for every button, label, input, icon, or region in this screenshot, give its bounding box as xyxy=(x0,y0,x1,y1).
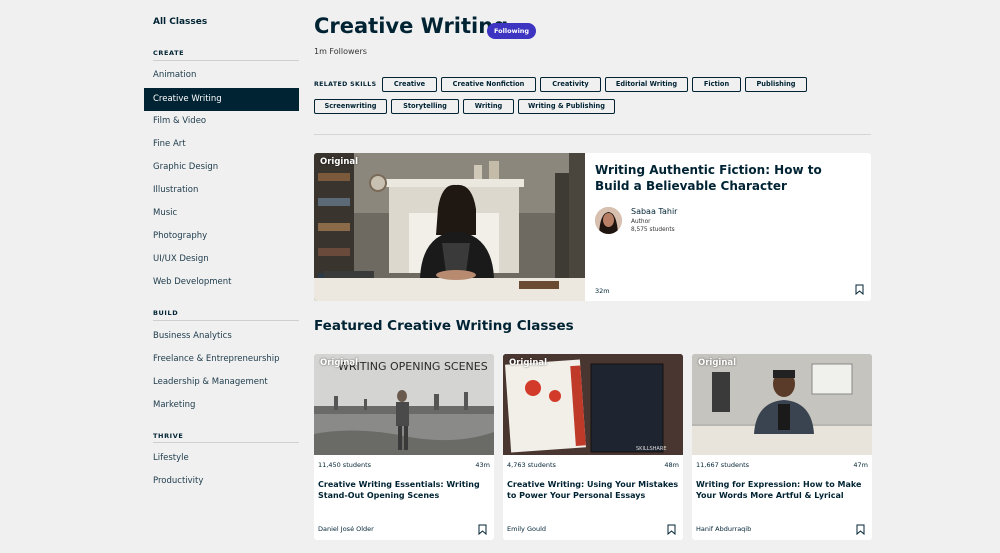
original-tag: Original xyxy=(509,358,548,368)
sidebar-section-thrive: THRIVE xyxy=(153,432,184,440)
original-tag: Original xyxy=(698,358,737,368)
teacher-name[interactable]: Emily Gould xyxy=(507,525,546,533)
thumbnail-watermark-text: SKILLSHARE xyxy=(636,446,667,452)
sidebar-item-marketing[interactable]: Marketing xyxy=(144,394,299,417)
class-title[interactable]: Creative Writing Essentials: Writing Sta… xyxy=(318,479,490,501)
skill-chip-publishing[interactable]: Publishing xyxy=(745,77,807,92)
bookmark-icon[interactable] xyxy=(478,524,487,535)
class-thumbnail[interactable]: SKILLSHARE Original xyxy=(503,354,683,455)
skill-chip-creative[interactable]: Creative xyxy=(382,77,437,92)
sidebar-all-classes-link[interactable]: All Classes xyxy=(153,17,207,27)
skill-chip-editorial-writing[interactable]: Editorial Writing xyxy=(605,77,688,92)
sidebar-item-lifestyle[interactable]: Lifestyle xyxy=(144,447,299,470)
sidebar-item-web-development[interactable]: Web Development xyxy=(144,271,299,294)
teacher-role: Author xyxy=(631,219,651,225)
teacher-name[interactable]: Hanif Abdurraqib xyxy=(696,525,751,533)
student-count: 11,667 students xyxy=(696,461,750,469)
thumbnail-title-text: WRITING OPENING SCENES xyxy=(338,360,488,373)
sidebar-item-business-analytics[interactable]: Business Analytics xyxy=(144,325,299,348)
sidebar-item-graphic-design[interactable]: Graphic Design xyxy=(144,156,299,179)
following-button[interactable]: Following xyxy=(487,23,537,39)
class-title[interactable]: Writing Authentic Fiction: How to Build … xyxy=(595,162,860,194)
sidebar-item-creative-writing[interactable]: Creative Writing xyxy=(144,88,299,111)
class-title[interactable]: Creative Writing: Using Your Mistakes to… xyxy=(507,479,679,501)
class-duration: 47m xyxy=(853,461,868,469)
section-divider xyxy=(314,134,871,135)
skill-chip-storytelling[interactable]: Storytelling xyxy=(391,99,459,114)
thumbnail-image-icon xyxy=(692,354,872,455)
sidebar-divider xyxy=(153,442,299,443)
sidebar-item-ui-ux-design[interactable]: UI/UX Design xyxy=(144,248,299,271)
sidebar-item-animation[interactable]: Animation xyxy=(144,64,299,87)
skill-chip-fiction[interactable]: Fiction xyxy=(692,77,741,92)
skill-chip-screenwriting[interactable]: Screenwriting xyxy=(314,99,387,114)
bookmark-icon[interactable] xyxy=(667,524,676,535)
sidebar-divider xyxy=(153,320,299,321)
skill-chip-creative-nonfiction[interactable]: Creative Nonfiction xyxy=(441,77,536,92)
class-duration: 48m xyxy=(664,461,679,469)
thumbnail-image-icon: SKILLSHARE xyxy=(503,354,683,455)
class-card[interactable]: Original 11,667 students 47m Writing for… xyxy=(692,354,872,540)
featured-section-title: Featured Creative Writing Classes xyxy=(314,318,574,334)
followers-count: 1m Followers xyxy=(314,47,367,56)
bookmark-icon[interactable] xyxy=(856,524,865,535)
sidebar-item-leadership[interactable]: Leadership & Management xyxy=(144,371,299,394)
sidebar-divider xyxy=(153,60,299,61)
featured-class-card[interactable]: Original Writing Authentic Fiction: How … xyxy=(314,153,871,301)
sidebar-item-productivity[interactable]: Productivity xyxy=(144,470,299,493)
sidebar-item-fine-art[interactable]: Fine Art xyxy=(144,133,299,156)
class-thumbnail[interactable]: Original xyxy=(314,153,585,301)
sidebar-section-build: BUILD xyxy=(153,309,179,317)
sidebar-item-music[interactable]: Music xyxy=(144,202,299,225)
teacher-name[interactable]: Sabaa Tahir xyxy=(631,207,677,216)
sidebar-item-photography[interactable]: Photography xyxy=(144,225,299,248)
sidebar-section-create: CREATE xyxy=(153,49,185,57)
original-tag: Original xyxy=(320,358,359,368)
sidebar-item-illustration[interactable]: Illustration xyxy=(144,179,299,202)
student-count: 11,450 students xyxy=(318,461,372,469)
skill-chip-creativity[interactable]: Creativity xyxy=(540,77,601,92)
class-duration: 43m xyxy=(475,461,490,469)
skill-chip-writing-publishing[interactable]: Writing & Publishing xyxy=(518,99,615,114)
class-thumbnail[interactable]: WRITING OPENING SCENES Original xyxy=(314,354,494,455)
student-count: 4,763 students xyxy=(507,461,556,469)
thumbnail-image-icon: WRITING OPENING SCENES xyxy=(314,354,494,455)
teacher-avatar[interactable] xyxy=(595,207,622,234)
avatar-icon xyxy=(595,207,622,234)
related-skills-label: RELATED SKILLS xyxy=(314,81,377,88)
skill-chip-writing[interactable]: Writing xyxy=(463,99,514,114)
page-title: Creative Writing xyxy=(314,14,509,38)
student-count: 8,575 students xyxy=(631,227,675,233)
class-title[interactable]: Writing for Expression: How to Make Your… xyxy=(696,479,868,501)
class-card[interactable]: SKILLSHARE Original 4,763 students 48m C… xyxy=(503,354,683,540)
class-card[interactable]: WRITING OPENING SCENES Original 11,450 s… xyxy=(314,354,494,540)
teacher-name[interactable]: Daniel José Older xyxy=(318,525,374,533)
sidebar-item-freelance[interactable]: Freelance & Entrepreneurship xyxy=(144,348,299,371)
sidebar-item-film-video[interactable]: Film & Video xyxy=(144,110,299,133)
thumbnail-image-icon xyxy=(314,153,585,301)
bookmark-icon[interactable] xyxy=(855,284,864,295)
class-duration: 32m xyxy=(595,287,610,295)
class-thumbnail[interactable]: Original xyxy=(692,354,872,455)
original-tag: Original xyxy=(320,157,359,167)
